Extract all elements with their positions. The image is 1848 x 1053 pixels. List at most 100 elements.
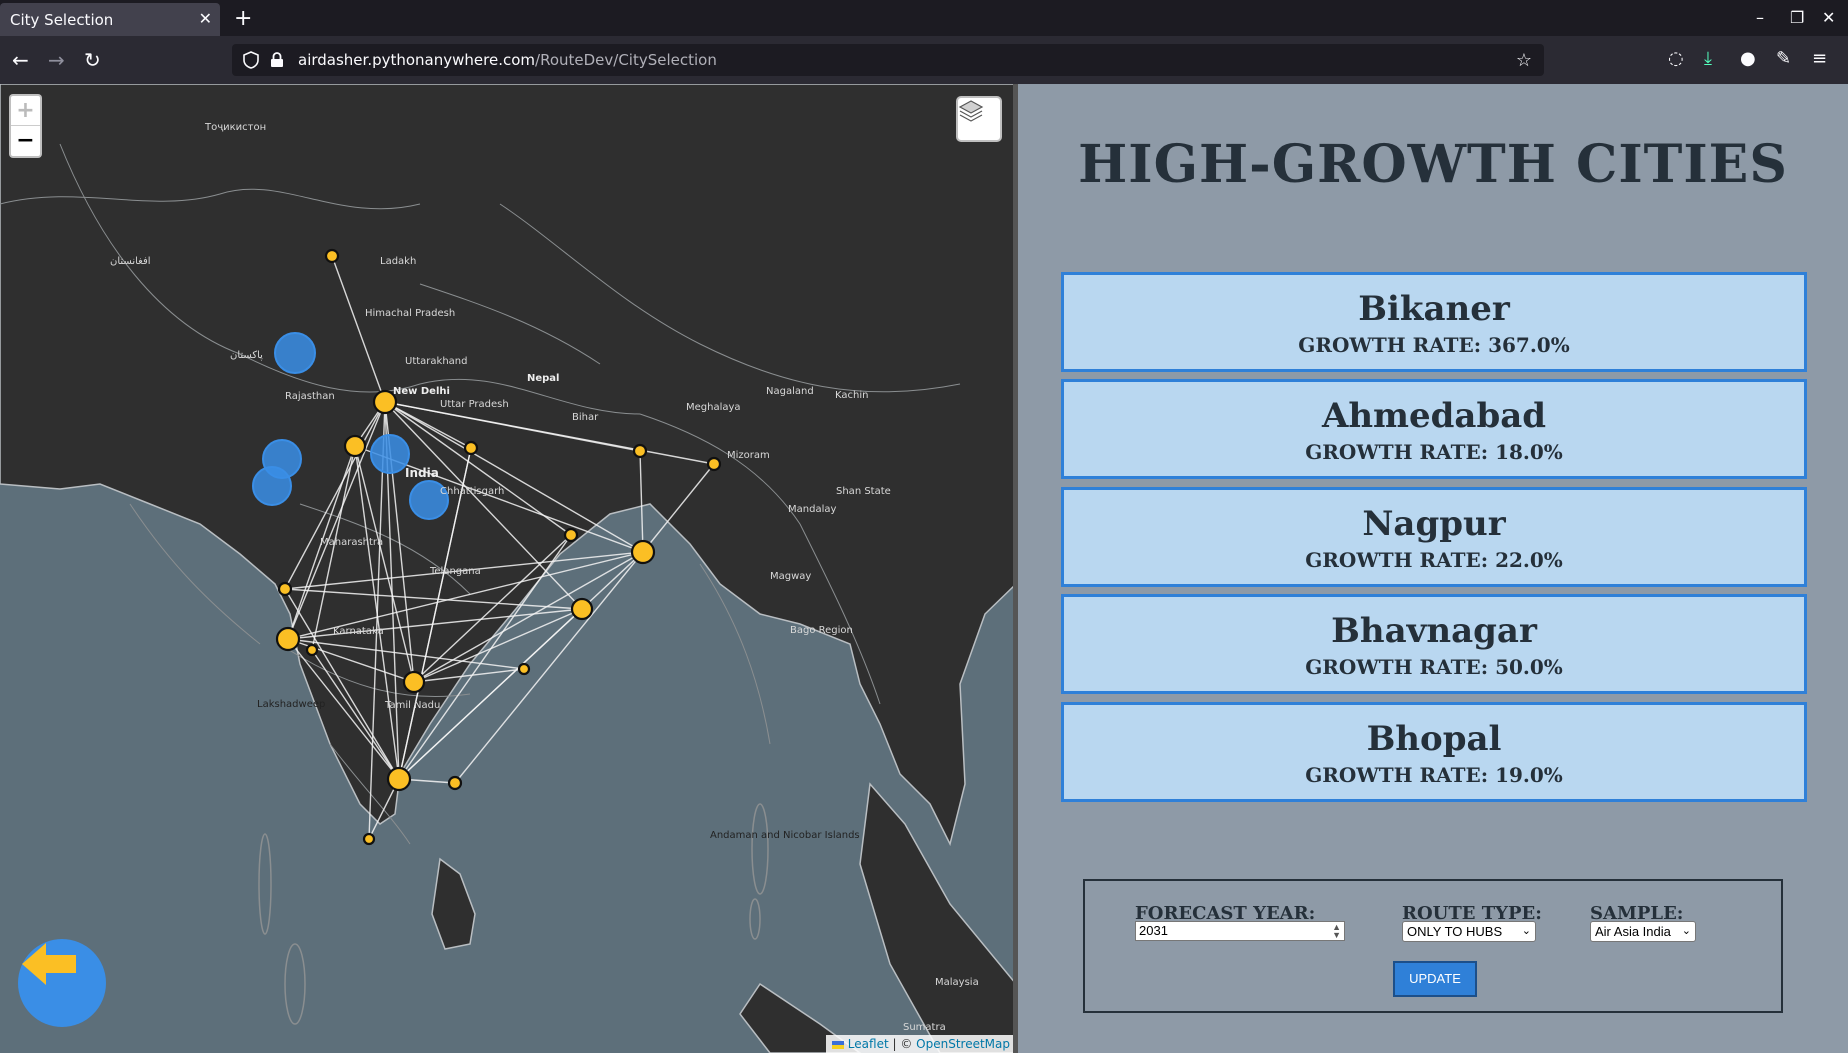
city-card[interactable]: Nagpur GROWTH RATE: 22.0% [1061, 487, 1807, 587]
attribution-separator: | © [888, 1037, 917, 1051]
map-label: Mizoram [727, 450, 770, 461]
sample-value: Air Asia India [1595, 924, 1671, 939]
map-label: Andaman and Nicobar Islands [710, 830, 860, 841]
back-arrow-icon[interactable]: ← [12, 48, 29, 72]
city-marker-kochi[interactable] [362, 832, 376, 846]
city-card[interactable]: Bhavnagar GROWTH RATE: 50.0% [1061, 594, 1807, 694]
hub-marker-mumbai[interactable] [275, 626, 301, 652]
hub-marker-bhubaneswar[interactable] [570, 597, 594, 621]
hub-marker-bengaluru[interactable] [386, 766, 412, 792]
pocket-icon[interactable]: ◌ [1668, 48, 1684, 69]
reload-icon[interactable]: ↻ [84, 48, 101, 72]
map-label: India [405, 466, 439, 480]
hub-marker-jaipur[interactable] [343, 434, 367, 458]
city-growth-rate: GROWTH RATE: 22.0% [1305, 548, 1563, 572]
city-card[interactable]: Ahmedabad GROWTH RATE: 18.0% [1061, 379, 1807, 479]
download-icon[interactable]: ⤓ [1704, 48, 1712, 69]
map-attribution: Leaflet | © OpenStreetMap [825, 1035, 1016, 1053]
browser-tab[interactable]: City Selection ✕ [0, 3, 220, 36]
new-tab-icon[interactable]: + [234, 6, 252, 31]
url-bar[interactable]: airdasher.pythonanywhere.com/RouteDev/Ci… [232, 44, 1544, 76]
zoom-in-button[interactable]: + [11, 96, 40, 126]
city-growth-rate: GROWTH RATE: 18.0% [1305, 440, 1563, 464]
map-label: Bago Region [790, 625, 853, 636]
map-label: Тоҷикистон [204, 122, 266, 133]
browser-tab-bar: City Selection ✕ + – ❐ ✕ [0, 0, 1848, 36]
forecast-year-input[interactable]: 2031 ▲ ▼ [1135, 921, 1345, 941]
map-label: Bihar [572, 412, 599, 423]
map-label: Telangana [429, 566, 481, 577]
account-icon[interactable]: ● [1740, 48, 1756, 69]
map-label: افغانستان [110, 256, 151, 267]
map-canvas[interactable]: Тоҷикистон Ladakh Himachal Pradesh Uttar… [0, 84, 1016, 1053]
growth-marker-bhavnagar[interactable] [252, 466, 292, 506]
map-label: Ladakh [380, 256, 416, 267]
page-title: HIGH-GROWTH CITIES [1078, 134, 1788, 195]
map[interactable]: Тоҷикистон Ladakh Himachal Pradesh Uttar… [0, 84, 1016, 1053]
map-label: Chhattisgarh [440, 486, 504, 497]
hub-marker-hyderabad[interactable] [402, 670, 426, 694]
map-label: Tamil Nadu [384, 700, 440, 711]
map-label: Himachal Pradesh [365, 308, 455, 319]
map-label: Meghalaya [686, 402, 741, 413]
menu-icon[interactable]: ≡ [1812, 48, 1827, 69]
map-label: Sumatra [903, 1022, 946, 1033]
map-label: Kachin [835, 390, 868, 401]
window-close-icon[interactable]: ✕ [1822, 8, 1835, 27]
map-label: Rajasthan [285, 391, 335, 402]
city-growth-rate: GROWTH RATE: 19.0% [1305, 763, 1563, 787]
update-button[interactable]: UPDATE [1393, 961, 1477, 997]
route-type-select[interactable]: ONLY TO HUBS ⌄ [1402, 921, 1536, 942]
spinner-icon[interactable]: ▲ ▼ [1332, 923, 1341, 940]
city-card[interactable]: Bikaner GROWTH RATE: 367.0% [1061, 272, 1807, 372]
city-card[interactable]: Bhopal GROWTH RATE: 19.0% [1061, 702, 1807, 802]
map-label: Karnataka [333, 626, 384, 637]
extension-icon[interactable]: ✎ [1776, 48, 1791, 69]
bookmark-star-icon[interactable]: ☆ [1516, 50, 1532, 71]
zoom-control: + − [9, 94, 42, 158]
city-marker-chennai[interactable] [447, 775, 463, 791]
city-marker-lucknow[interactable] [463, 440, 479, 456]
city-name: Bhopal [1366, 719, 1502, 759]
browser-nav-bar: ← → ↻ airdasher.pythonanywhere.com/Route… [0, 36, 1848, 84]
city-name: Bikaner [1358, 289, 1510, 329]
city-marker-guwahati[interactable] [706, 456, 722, 472]
leaflet-flag-icon [831, 1040, 844, 1049]
url-path: /RouteDev/CitySelection [535, 51, 717, 69]
sample-select[interactable]: Air Asia India ⌄ [1590, 921, 1696, 942]
osm-link[interactable]: OpenStreetMap [916, 1037, 1010, 1051]
map-label: Mandalay [788, 504, 836, 515]
map-label: New Delhi [393, 386, 450, 397]
back-button[interactable] [18, 939, 106, 1027]
back-arrow-icon [22, 943, 76, 985]
lock-icon [271, 52, 283, 67]
city-marker-surat[interactable] [277, 581, 293, 597]
route-type-value: ONLY TO HUBS [1407, 924, 1503, 939]
minimize-icon[interactable]: – [1756, 8, 1764, 27]
leaflet-link[interactable]: Leaflet [848, 1037, 889, 1051]
city-growth-rate: GROWTH RATE: 50.0% [1305, 655, 1563, 679]
tab-close-icon[interactable]: ✕ [199, 9, 212, 28]
city-marker-vizag[interactable] [517, 662, 531, 676]
city-marker-bagdogra[interactable] [632, 443, 648, 459]
hub-marker-kolkata[interactable] [630, 539, 656, 565]
map-label: Maharashtra [320, 537, 383, 548]
city-marker-ranchi[interactable] [563, 527, 579, 543]
layers-icon [958, 100, 984, 122]
layers-button[interactable] [956, 96, 1002, 142]
city-name: Bhavnagar [1331, 611, 1537, 651]
growth-marker-bhopal[interactable] [370, 434, 410, 474]
city-marker-srinagar[interactable] [324, 248, 340, 264]
growth-marker-bikaner[interactable] [274, 332, 316, 374]
high-growth-panel: HIGH-GROWTH CITIES Bikaner GROWTH RATE: … [1018, 84, 1848, 1053]
map-label: Lakshadweep [257, 699, 325, 710]
map-label: Uttar Pradesh [440, 399, 509, 410]
map-label: پاکستان [230, 350, 263, 361]
city-marker-pune[interactable] [305, 643, 319, 657]
zoom-out-button[interactable]: − [11, 126, 40, 156]
forward-arrow-icon[interactable]: → [48, 48, 65, 72]
map-label: Shan State [836, 486, 891, 497]
restore-icon[interactable]: ❐ [1790, 8, 1804, 27]
map-label: Nagaland [766, 386, 814, 397]
shield-icon [243, 51, 259, 69]
